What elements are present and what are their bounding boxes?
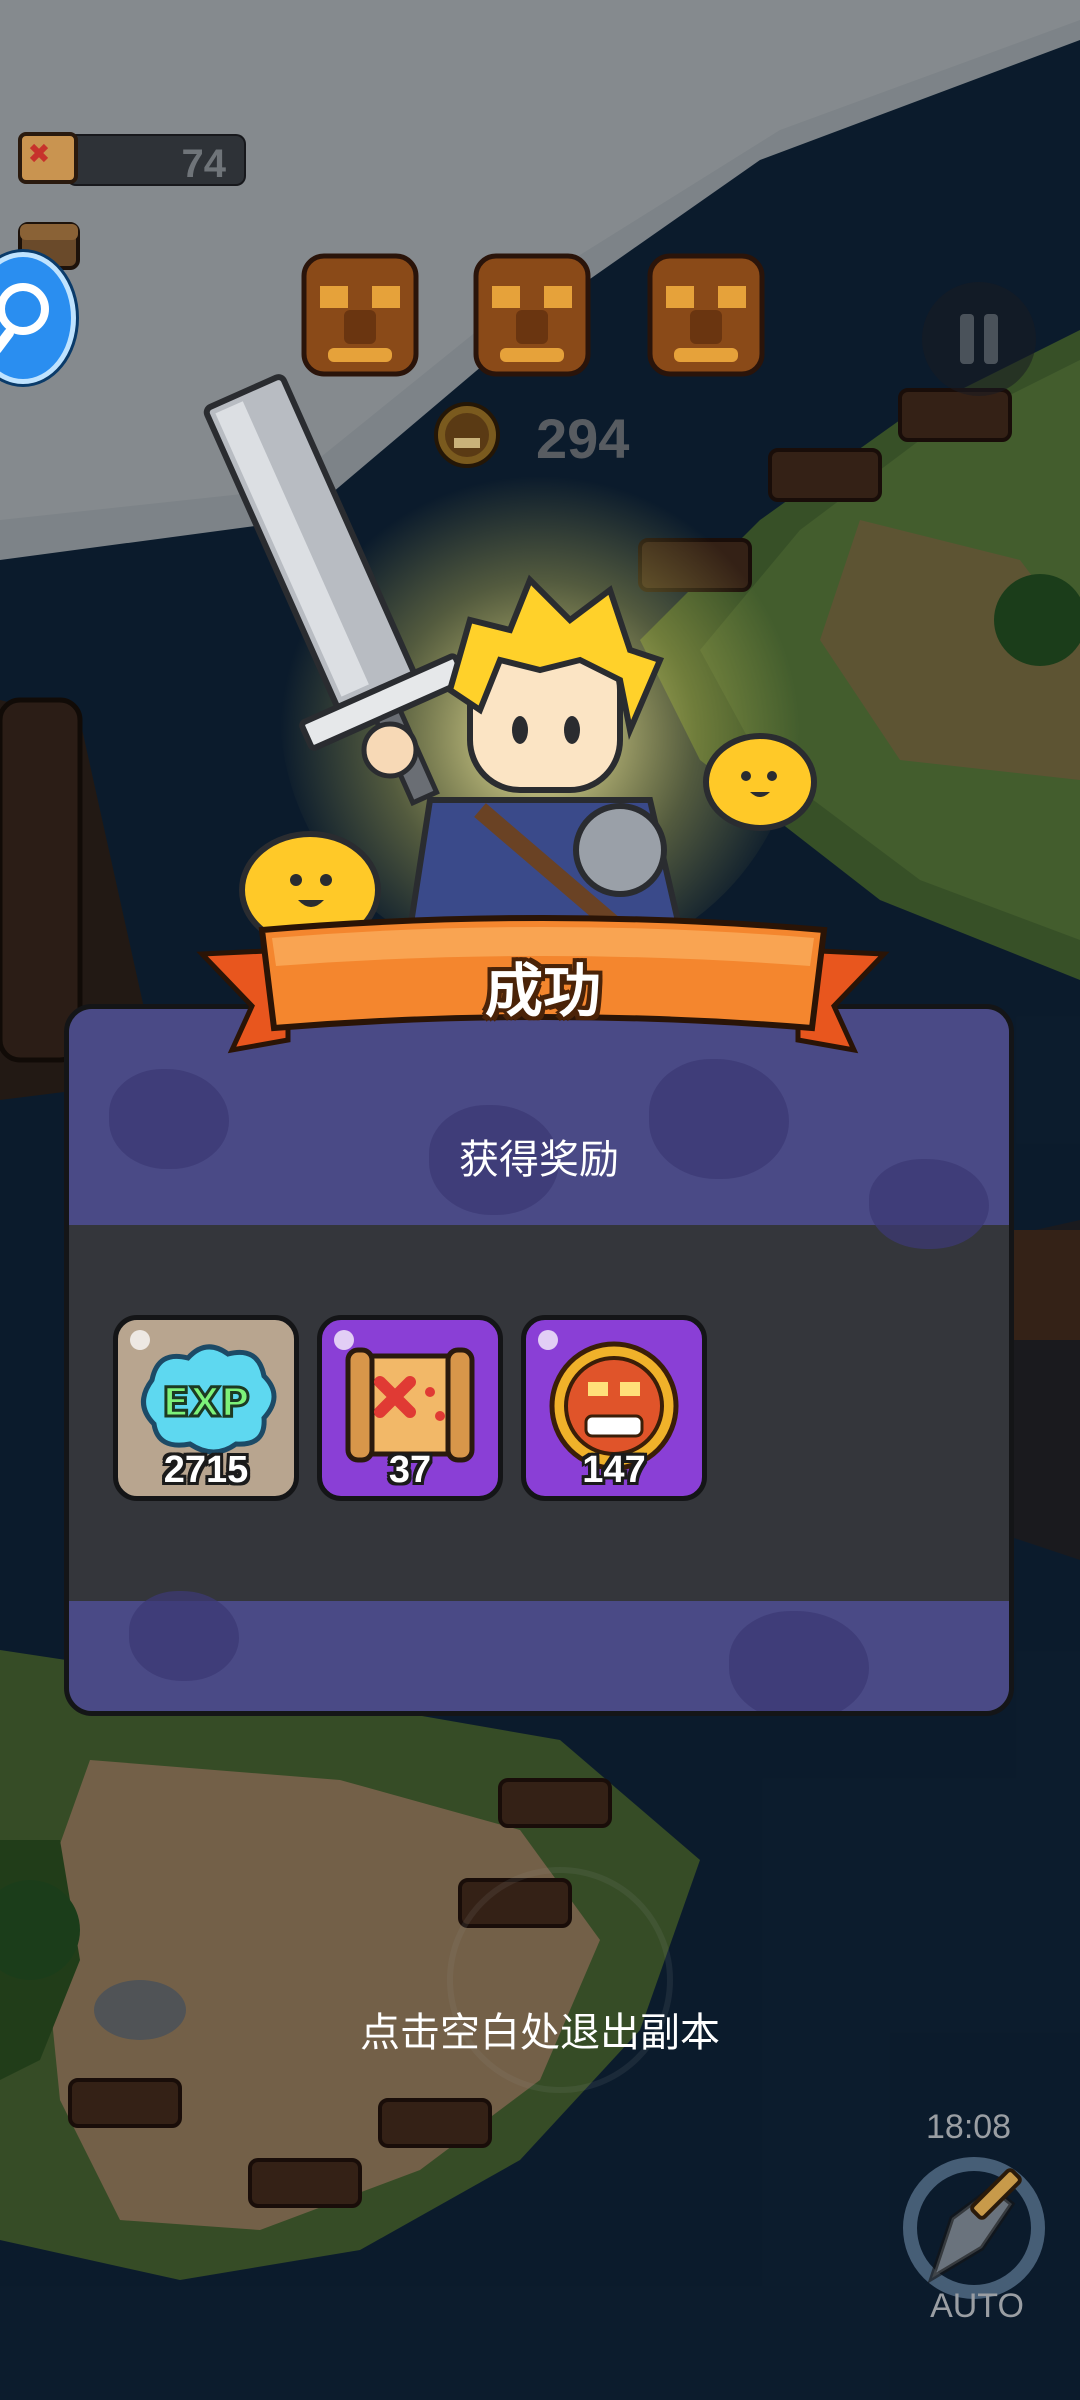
reward-count: 2715 (163, 1449, 249, 1491)
treasure-map-icon (18, 132, 78, 184)
reward-count: 37 (388, 1449, 432, 1491)
sword-icon (903, 2157, 1045, 2299)
reward-item-tiki-coin[interactable]: 147 (521, 1315, 707, 1501)
success-banner: 成功 (192, 910, 894, 1070)
auto-battle-button[interactable]: AUTO (892, 2136, 1062, 2326)
pause-button[interactable] (922, 282, 1036, 396)
reward-subtitle: 获得奖励 (459, 1138, 619, 1182)
exit-hint: 点击空白处退出副本 (360, 2011, 720, 2055)
reward-item-exp[interactable]: EXP 2715 (113, 1315, 299, 1501)
search-button[interactable] (0, 252, 76, 384)
auto-label: AUTO (930, 2287, 1024, 2325)
victory-hero-illustration (203, 374, 817, 950)
result-title: 成功 (484, 959, 601, 1024)
reward-count: 147 (582, 1449, 646, 1491)
scroll-counter: 74 (14, 126, 246, 190)
svg-text:EXP: EXP (162, 1380, 249, 1426)
scroll-count: 74 (181, 142, 227, 186)
reward-panel-footer (69, 1591, 1009, 1711)
reward-panel: 获得奖励 EXP 2715 37 147 (64, 1004, 1014, 1716)
scroll-counter-track: 74 (66, 134, 246, 186)
search-icon (0, 283, 49, 353)
reward-item-treasure-map[interactable]: 37 (317, 1315, 503, 1501)
